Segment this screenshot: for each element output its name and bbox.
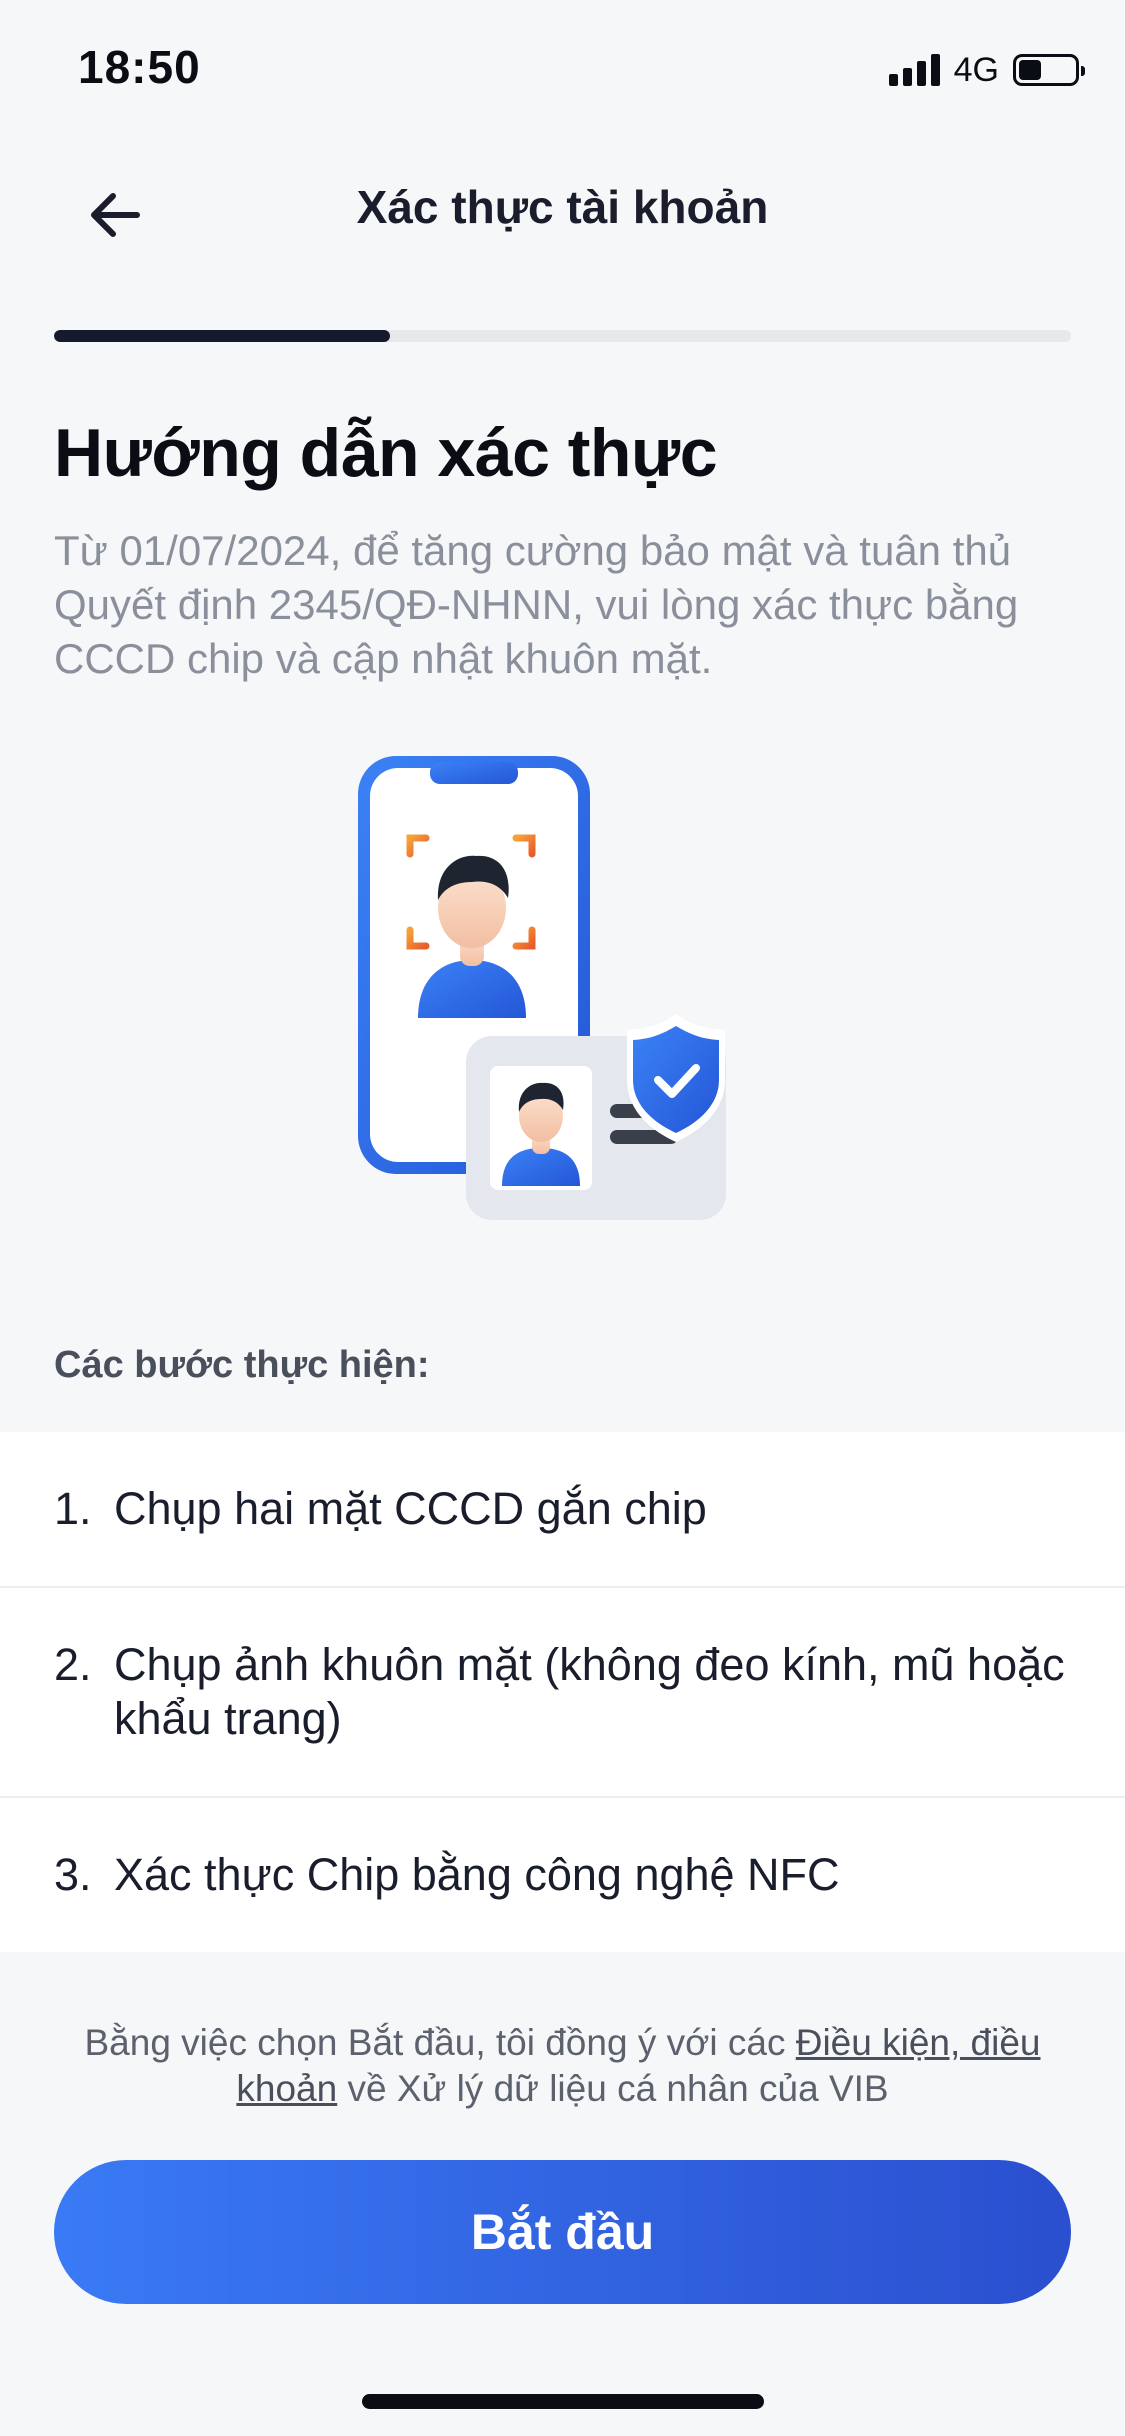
- consent-text: Bằng việc chọn Bắt đầu, tôi đồng ý với c…: [54, 2020, 1071, 2112]
- identity-verification-illustration: [358, 756, 726, 1220]
- list-item: 1. Chụp hai mặt CCCD gắn chip: [0, 1432, 1125, 1588]
- page-description: Từ 01/07/2024, để tăng cường bảo mật và …: [54, 527, 1019, 682]
- consent-suffix: về Xử lý dữ liệu cá nhân của VIB: [337, 2068, 889, 2109]
- battery-level: [1019, 60, 1041, 80]
- list-item: 3. Xác thực Chip bằng công nghệ NFC: [0, 1798, 1125, 1952]
- progress-fill: [54, 330, 390, 342]
- home-indicator: [362, 2394, 764, 2409]
- step-number: 3.: [54, 1849, 92, 1900]
- header-title: Xác thực tài khoản: [356, 181, 769, 233]
- app-header: Xác thực tài khoản: [0, 150, 1125, 270]
- steps-label: Các bước thực hiện:: [54, 1344, 430, 1386]
- list-item: 2. Chụp ảnh khuôn mặt (không đeo kính, m…: [0, 1588, 1125, 1798]
- signal-icon: [888, 54, 940, 86]
- start-button[interactable]: Bắt đầu: [54, 2160, 1071, 2304]
- status-bar: 18:50 4G: [0, 0, 1125, 140]
- step-number: 2.: [54, 1639, 92, 1690]
- consent-prefix: Bằng việc chọn Bắt đầu, tôi đồng ý với c…: [84, 2022, 796, 2063]
- page-title: Hướng dẫn xác thực: [54, 415, 718, 491]
- steps-list: 1. Chụp hai mặt CCCD gắn chip 2. Chụp ản…: [0, 1432, 1125, 1952]
- step-text: Chụp ảnh khuôn mặt (không đeo kính, mũ h…: [114, 1639, 1065, 1744]
- progress-bar: [54, 330, 1071, 342]
- network-label: 4G: [953, 50, 999, 89]
- step-number: 1.: [54, 1483, 92, 1534]
- status-time: 18:50: [78, 41, 201, 93]
- step-text: Xác thực Chip bằng công nghệ NFC: [114, 1849, 840, 1900]
- status-indicators: 4G: [888, 48, 1085, 92]
- battery-icon: [1013, 54, 1085, 86]
- step-text: Chụp hai mặt CCCD gắn chip: [114, 1483, 707, 1534]
